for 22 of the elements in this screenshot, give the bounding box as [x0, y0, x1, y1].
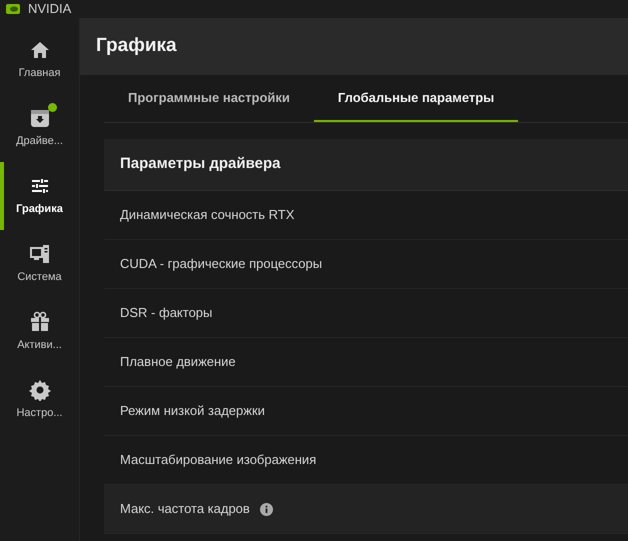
- logo-icon: [6, 4, 20, 14]
- computer-icon: [28, 242, 50, 265]
- gift-icon: [28, 310, 50, 333]
- settings-row[interactable]: Макс. частота кадров: [104, 485, 628, 534]
- sidebar-item[interactable]: Система: [0, 230, 79, 298]
- settings-row[interactable]: CUDA - графические процессоры: [104, 240, 628, 289]
- sidebar-item[interactable]: Главная: [0, 26, 79, 94]
- settings-icon: [28, 378, 50, 401]
- settings-row[interactable]: Плавное движение: [104, 338, 628, 387]
- sidebar-item[interactable]: Драйве...: [0, 94, 79, 162]
- sidebar-item[interactable]: Настро...: [0, 366, 79, 434]
- settings-row[interactable]: Динамическая сочность RTX: [104, 191, 628, 240]
- settings-row[interactable]: DSR - факторы: [104, 289, 628, 338]
- window-title: NVIDIA: [28, 0, 72, 18]
- settings-row[interactable]: Режим низкой задержки: [104, 387, 628, 436]
- info-icon[interactable]: [260, 502, 273, 516]
- sidebar-item[interactable]: Графика: [0, 162, 79, 230]
- section-header: Параметры драйвера: [104, 139, 628, 191]
- page-title: Графика: [96, 34, 177, 58]
- sidebar-item[interactable]: Активи...: [0, 298, 79, 366]
- tab[interactable]: Глобальные параметры: [314, 75, 518, 122]
- tab[interactable]: Программные настройки: [104, 75, 314, 122]
